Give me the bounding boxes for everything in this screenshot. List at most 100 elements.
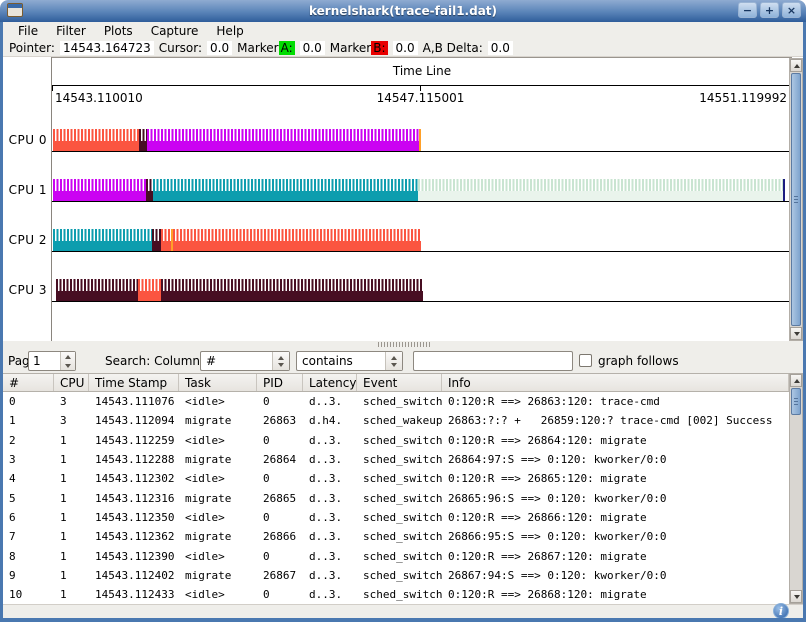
cpu-graph-2[interactable] <box>52 229 789 252</box>
table-vertical-scrollbar[interactable] <box>789 373 803 604</box>
menu-plots[interactable]: Plots <box>95 23 142 39</box>
delta-value: 0.0 <box>488 41 513 55</box>
window-frame-left <box>0 22 3 618</box>
table-row[interactable]: 0314543.111076<idle>0d..3.sched_switch0:… <box>3 392 789 411</box>
cell--: 2 <box>3 434 54 447</box>
search-input[interactable] <box>413 351 573 371</box>
graph-vertical-scrollbar[interactable] <box>789 58 803 341</box>
search-bar: Page 1 Search: Column: # contains graph … <box>3 349 803 373</box>
cell--: 1 <box>3 414 54 427</box>
cell-task: <idle> <box>179 550 257 563</box>
cell-event: sched_switch <box>357 530 442 543</box>
match-selected-value: contains <box>297 354 385 368</box>
table-row[interactable]: 4114543.112302<idle>0d..3.sched_switch0:… <box>3 469 789 488</box>
cell-time-stamp: 14543.112433 <box>89 588 179 601</box>
cell-cpu: 1 <box>54 472 89 485</box>
pane-splitter[interactable] <box>3 341 803 349</box>
cell-time-stamp: 14543.112402 <box>89 569 179 582</box>
cpu-graph-3[interactable] <box>52 279 789 302</box>
plot-area[interactable]: Time Line 14543.110010 14547.115001 1455… <box>52 57 792 341</box>
cell-info: 0:120:R ==> 26867:120: migrate <box>442 550 789 563</box>
cell--: 8 <box>3 550 54 563</box>
table-row[interactable]: 8114543.112390<idle>0d..3.sched_switch0:… <box>3 546 789 565</box>
graph-follows-checkbox[interactable] <box>579 354 592 367</box>
table-row[interactable]: 9114543.112402migrate26867d..3.sched_swi… <box>3 566 789 585</box>
combo-arrows-icon[interactable] <box>272 352 289 370</box>
table-row[interactable]: 1314543.112094migrate26863d.h4.sched_wak… <box>3 411 789 430</box>
cell--: 6 <box>3 511 54 524</box>
cell-event: sched_switch <box>357 492 442 505</box>
table-row[interactable]: 10114543.112433<idle>0d..3.sched_switch0… <box>3 585 789 604</box>
graph-panel: CPU 0CPU 1CPU 2CPU 3 Time Line 14543.110… <box>3 57 803 341</box>
column-header-time-stamp[interactable]: Time Stamp <box>89 374 179 391</box>
cell-time-stamp: 14543.111076 <box>89 395 179 408</box>
cell-pid: 26867 <box>257 569 303 582</box>
event-ticks <box>161 279 423 291</box>
column-header--[interactable]: # <box>3 374 54 391</box>
cell-task: <idle> <box>179 472 257 485</box>
task-fill <box>418 191 783 201</box>
cell-cpu: 1 <box>54 569 89 582</box>
cell-event: sched_switch <box>357 588 442 601</box>
column-select[interactable]: # <box>200 351 290 371</box>
event-ticks <box>139 129 147 141</box>
cell-time-stamp: 14543.112302 <box>89 472 179 485</box>
task-fill <box>147 141 419 151</box>
cpu-label-2: CPU 2 <box>3 233 47 247</box>
graph-scrollbar-thumb[interactable] <box>791 73 801 326</box>
column-header-cpu[interactable]: CPU <box>54 374 89 391</box>
combo-arrows-icon[interactable] <box>385 352 402 370</box>
cpu-graph-1[interactable] <box>52 179 789 202</box>
task-fill <box>161 291 423 301</box>
spin-up-button[interactable] <box>61 352 75 361</box>
match-select[interactable]: contains <box>296 351 403 371</box>
marker-b-label: Marker <box>330 41 371 55</box>
spin-down-icon <box>65 364 71 368</box>
table-row[interactable]: 2114543.112259<idle>0d..3.sched_switch0:… <box>3 431 789 450</box>
column-header-info[interactable]: Info <box>442 374 789 391</box>
cell-task: <idle> <box>179 511 257 524</box>
menu-file[interactable]: File <box>9 23 47 39</box>
timeline-center: 14547.115001 <box>52 91 789 105</box>
table-row[interactable]: 5114543.112316migrate26865d..3.sched_swi… <box>3 488 789 507</box>
title-bar[interactable]: kernelshark(trace-fail1.dat) −+× <box>0 0 806 22</box>
menu-filter[interactable]: Filter <box>47 23 95 39</box>
column-header-pid[interactable]: PID <box>257 374 303 391</box>
scroll-up-button[interactable] <box>790 59 802 72</box>
splitter-grip[interactable] <box>378 342 430 347</box>
maximize-button[interactable]: + <box>760 2 779 18</box>
event-ticks <box>53 229 152 241</box>
cursor-label: Cursor: <box>159 41 202 55</box>
info-icon[interactable]: i <box>773 603 789 619</box>
delta-label: A,B Delta: <box>423 41 483 55</box>
cell--: 4 <box>3 472 54 485</box>
cpu-graph-0[interactable] <box>52 129 789 152</box>
menu-help[interactable]: Help <box>207 23 252 39</box>
close-button[interactable]: × <box>782 2 801 18</box>
minimize-button[interactable]: − <box>738 2 757 18</box>
marker-a-value: 0.0 <box>300 41 325 55</box>
task-segment-maroon <box>152 229 161 251</box>
menu-capture[interactable]: Capture <box>142 23 208 39</box>
table-row[interactable]: 7114543.112362migrate26866d..3.sched_swi… <box>3 527 789 546</box>
cell-pid: 0 <box>257 472 303 485</box>
table-row[interactable]: 6114543.112350<idle>0d..3.sched_switch0:… <box>3 508 789 527</box>
cell-task: migrate <box>179 492 257 505</box>
table-row[interactable]: 3114543.112288migrate26864d..3.sched_swi… <box>3 450 789 469</box>
cell-task: migrate <box>179 530 257 543</box>
cell-cpu: 1 <box>54 511 89 524</box>
page-spinner[interactable]: 1 <box>28 351 76 371</box>
column-header-event[interactable]: Event <box>357 374 442 391</box>
timeline-end: 14551.119992 <box>699 91 787 105</box>
cell-info: 26867:94:S ==> 0:120: kworker/0:0 <box>442 569 789 582</box>
scroll-down-button[interactable] <box>790 327 802 340</box>
column-header-latency[interactable]: Latency <box>303 374 357 391</box>
spin-down-button[interactable] <box>61 361 75 370</box>
table-scrollbar-thumb[interactable] <box>791 388 801 415</box>
cell-cpu: 1 <box>54 530 89 543</box>
task-fill <box>53 241 152 251</box>
scroll-up-button[interactable] <box>790 374 802 387</box>
column-header-task[interactable]: Task <box>179 374 257 391</box>
scroll-down-button[interactable] <box>790 590 802 603</box>
task-fill <box>53 141 139 151</box>
